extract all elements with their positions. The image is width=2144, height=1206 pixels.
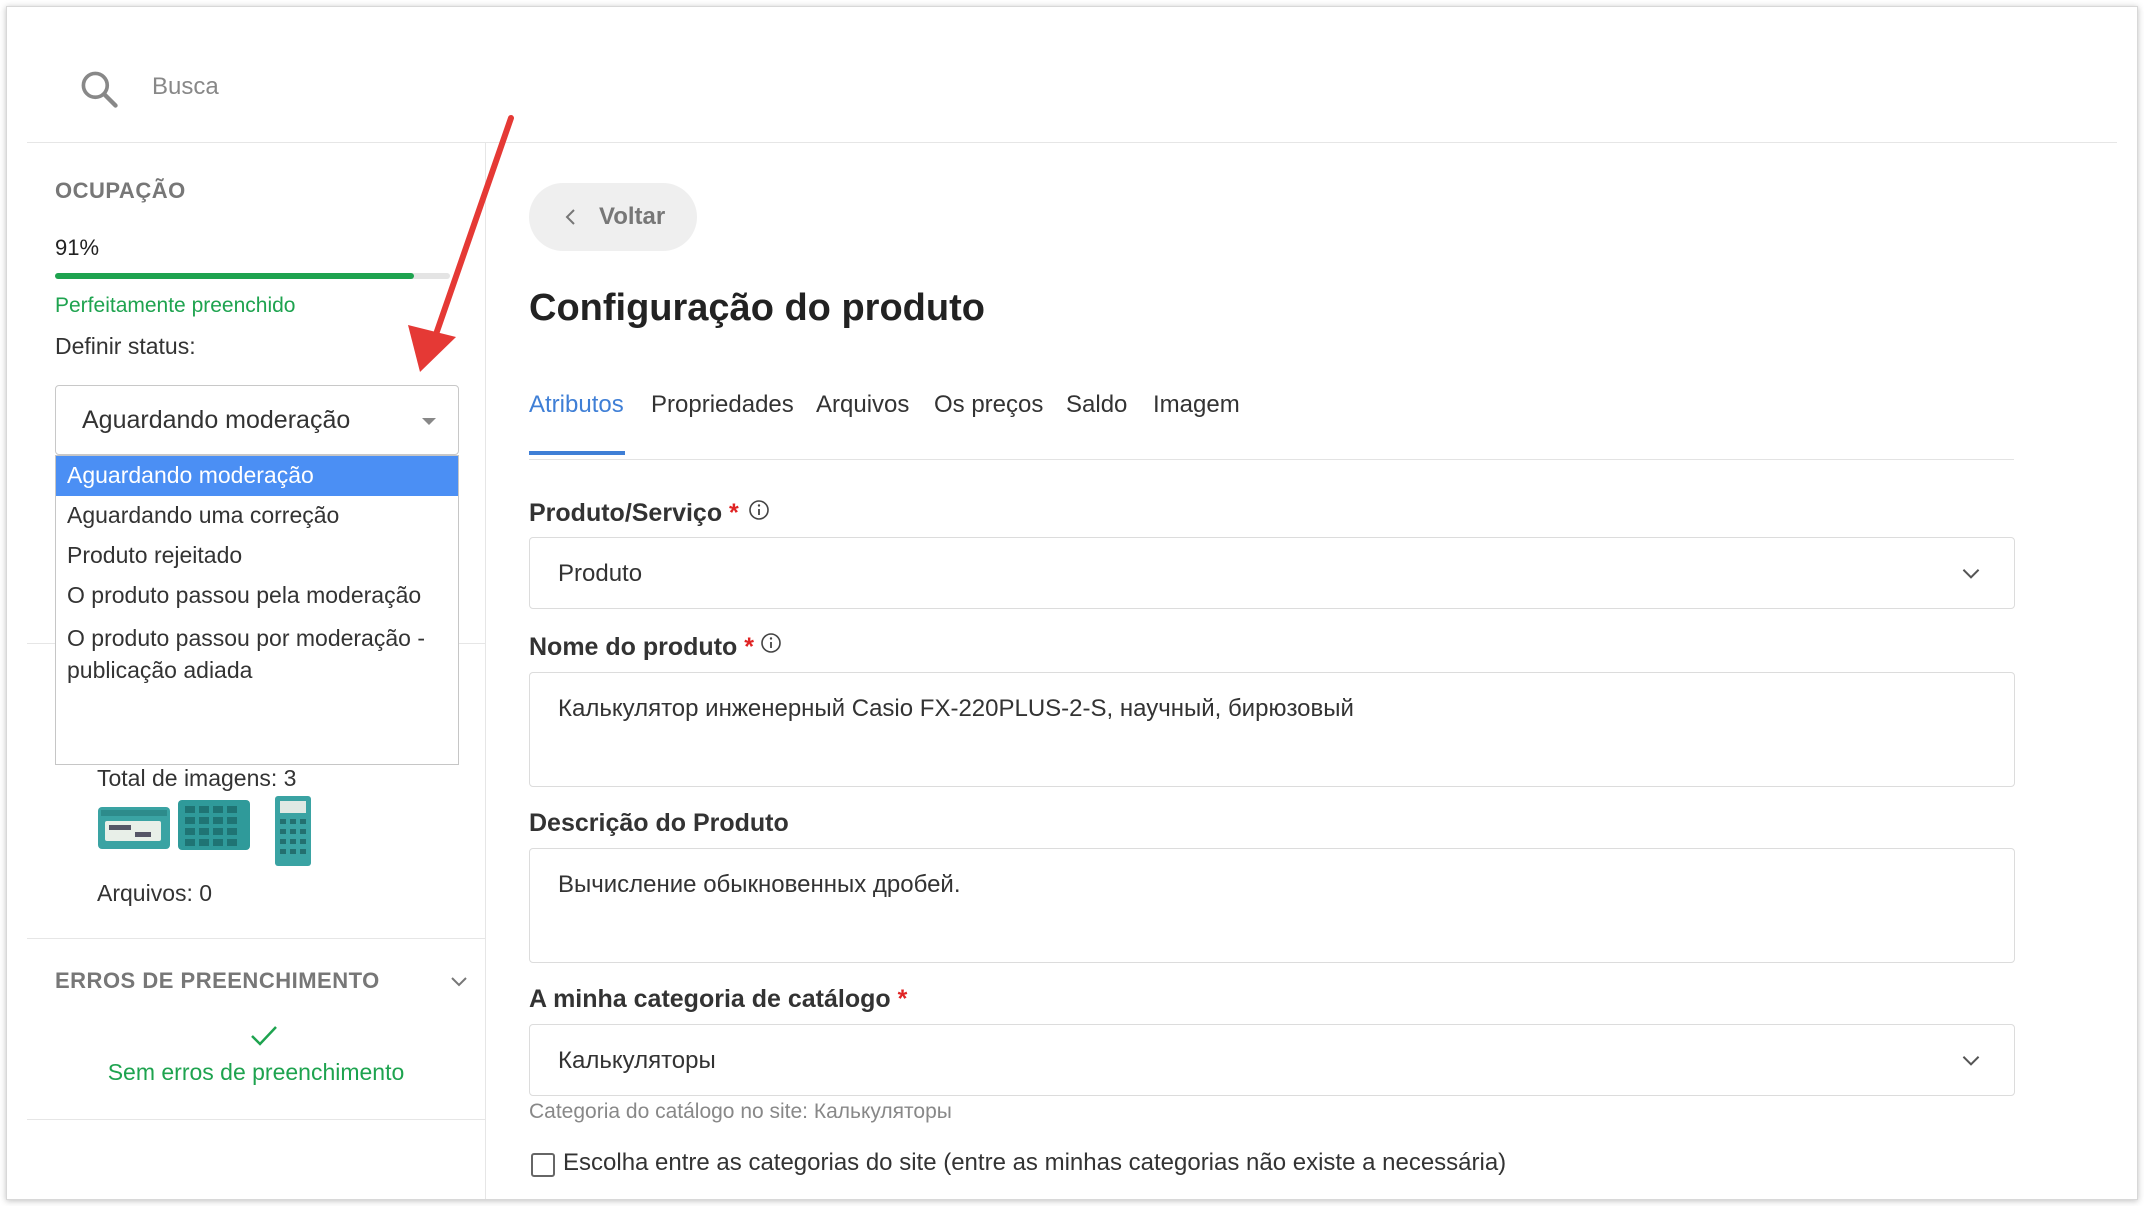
status-option[interactable]: Aguardando uma correção (56, 496, 458, 536)
product-thumbnail[interactable] (97, 803, 171, 851)
occupancy-progress-bar (55, 273, 450, 279)
product-name-label-text: Nome do produto (529, 633, 738, 661)
tab-precos[interactable]: Os preços (934, 391, 1043, 419)
product-thumbnail[interactable] (177, 798, 251, 852)
product-type-label-text: Produto/Serviço (529, 499, 723, 527)
check-icon (251, 1026, 277, 1046)
divider (27, 1119, 485, 1120)
product-type-select[interactable]: Produto (529, 537, 2015, 609)
category-label: A minha categoria de catálogo * (529, 985, 907, 1014)
active-tab-indicator (529, 451, 625, 455)
status-option[interactable]: O produto passou por moderação - publica… (56, 616, 458, 696)
tab-saldo[interactable]: Saldo (1066, 391, 1127, 419)
product-name-label: Nome do produto * (529, 633, 754, 662)
status-label: Definir status: (55, 333, 196, 359)
product-thumbnail[interactable] (273, 795, 313, 867)
required-mark: * (744, 633, 754, 661)
status-select[interactable]: Aguardando moderação (55, 385, 459, 455)
status-option-line: publicação adiada (67, 657, 253, 683)
search-input[interactable]: Busca (152, 73, 219, 101)
product-type-value: Produto (558, 560, 643, 587)
tab-bar: Atributos Propriedades Arquivos Os preço… (529, 391, 2014, 460)
category-select[interactable]: Калькуляторы (529, 1024, 2015, 1096)
category-value: Калькуляторы (558, 1047, 716, 1074)
tab-arquivos[interactable]: Arquivos (816, 391, 909, 419)
files-total: Arquivos: 0 (97, 880, 213, 906)
required-mark: * (897, 985, 908, 1013)
tab-propriedades[interactable]: Propriedades (651, 391, 794, 419)
status-option[interactable]: O produto passou pela moderação (56, 576, 458, 616)
status-option-line: O produto passou por moderação - (67, 625, 425, 651)
description-value: Вычисление обыкновенных дробей. (558, 871, 961, 898)
occupancy-value: 91% (55, 235, 100, 260)
category-hint: Categoria do catálogo no site: Калькулят… (529, 1100, 952, 1123)
no-errors-text: Sem erros de preenchimento (107, 1059, 405, 1085)
tab-imagem[interactable]: Imagem (1153, 391, 1240, 419)
images-total: Total de imagens: 3 (97, 765, 297, 791)
required-mark: * (729, 499, 739, 527)
back-button[interactable]: Voltar (529, 183, 697, 251)
category-label-text: A minha categoria de catálogo (529, 985, 891, 1013)
top-search-bar: Busca (27, 7, 2117, 143)
chevron-left-icon (565, 209, 575, 225)
info-icon[interactable] (748, 499, 770, 521)
info-icon[interactable] (760, 632, 782, 654)
chevron-down-icon (1962, 569, 1980, 579)
occupancy-status: Perfeitamente preenchido (55, 294, 296, 317)
caret-down-icon (422, 418, 436, 425)
back-button-label: Voltar (599, 203, 666, 230)
product-name-field[interactable]: Калькулятор инженерный Casio FX-220PLUS-… (529, 672, 2015, 787)
app-window: Busca OCUPAÇÃO 91% Perfeitamente preench… (6, 6, 2138, 1200)
occupancy-progress-fill (55, 273, 415, 279)
status-option[interactable]: Produto rejeitado (56, 536, 458, 576)
choose-site-category-label[interactable]: Escolha entre as categorias do site (ent… (563, 1149, 1506, 1177)
description-field[interactable]: Вычисление обыкновенных дробей. (529, 848, 2015, 963)
description-label: Descrição do Produto (529, 809, 789, 837)
product-name-value: Калькулятор инженерный Casio FX-220PLUS-… (558, 695, 1354, 722)
divider (27, 938, 485, 939)
chevron-down-icon (1962, 1056, 1980, 1066)
left-sidebar: OCUPAÇÃO 91% Perfeitamente preenchido De… (27, 143, 486, 1199)
status-option[interactable]: Aguardando moderação (56, 456, 458, 496)
status-dropdown: Aguardando moderação Aguardando uma corr… (55, 455, 459, 765)
tab-atributos[interactable]: Atributos (529, 391, 624, 419)
page-title: Configuração do produto (529, 287, 985, 329)
errors-title: ERROS DE PREENCHIMENTO (55, 968, 380, 993)
occupancy-title: OCUPAÇÃO (55, 178, 186, 203)
status-select-value: Aguardando moderação (82, 406, 351, 434)
choose-site-category-checkbox[interactable] (531, 1153, 555, 1177)
chevron-down-icon[interactable] (447, 969, 471, 993)
search-icon[interactable] (77, 67, 121, 111)
product-type-label: Produto/Serviço * (529, 499, 739, 528)
